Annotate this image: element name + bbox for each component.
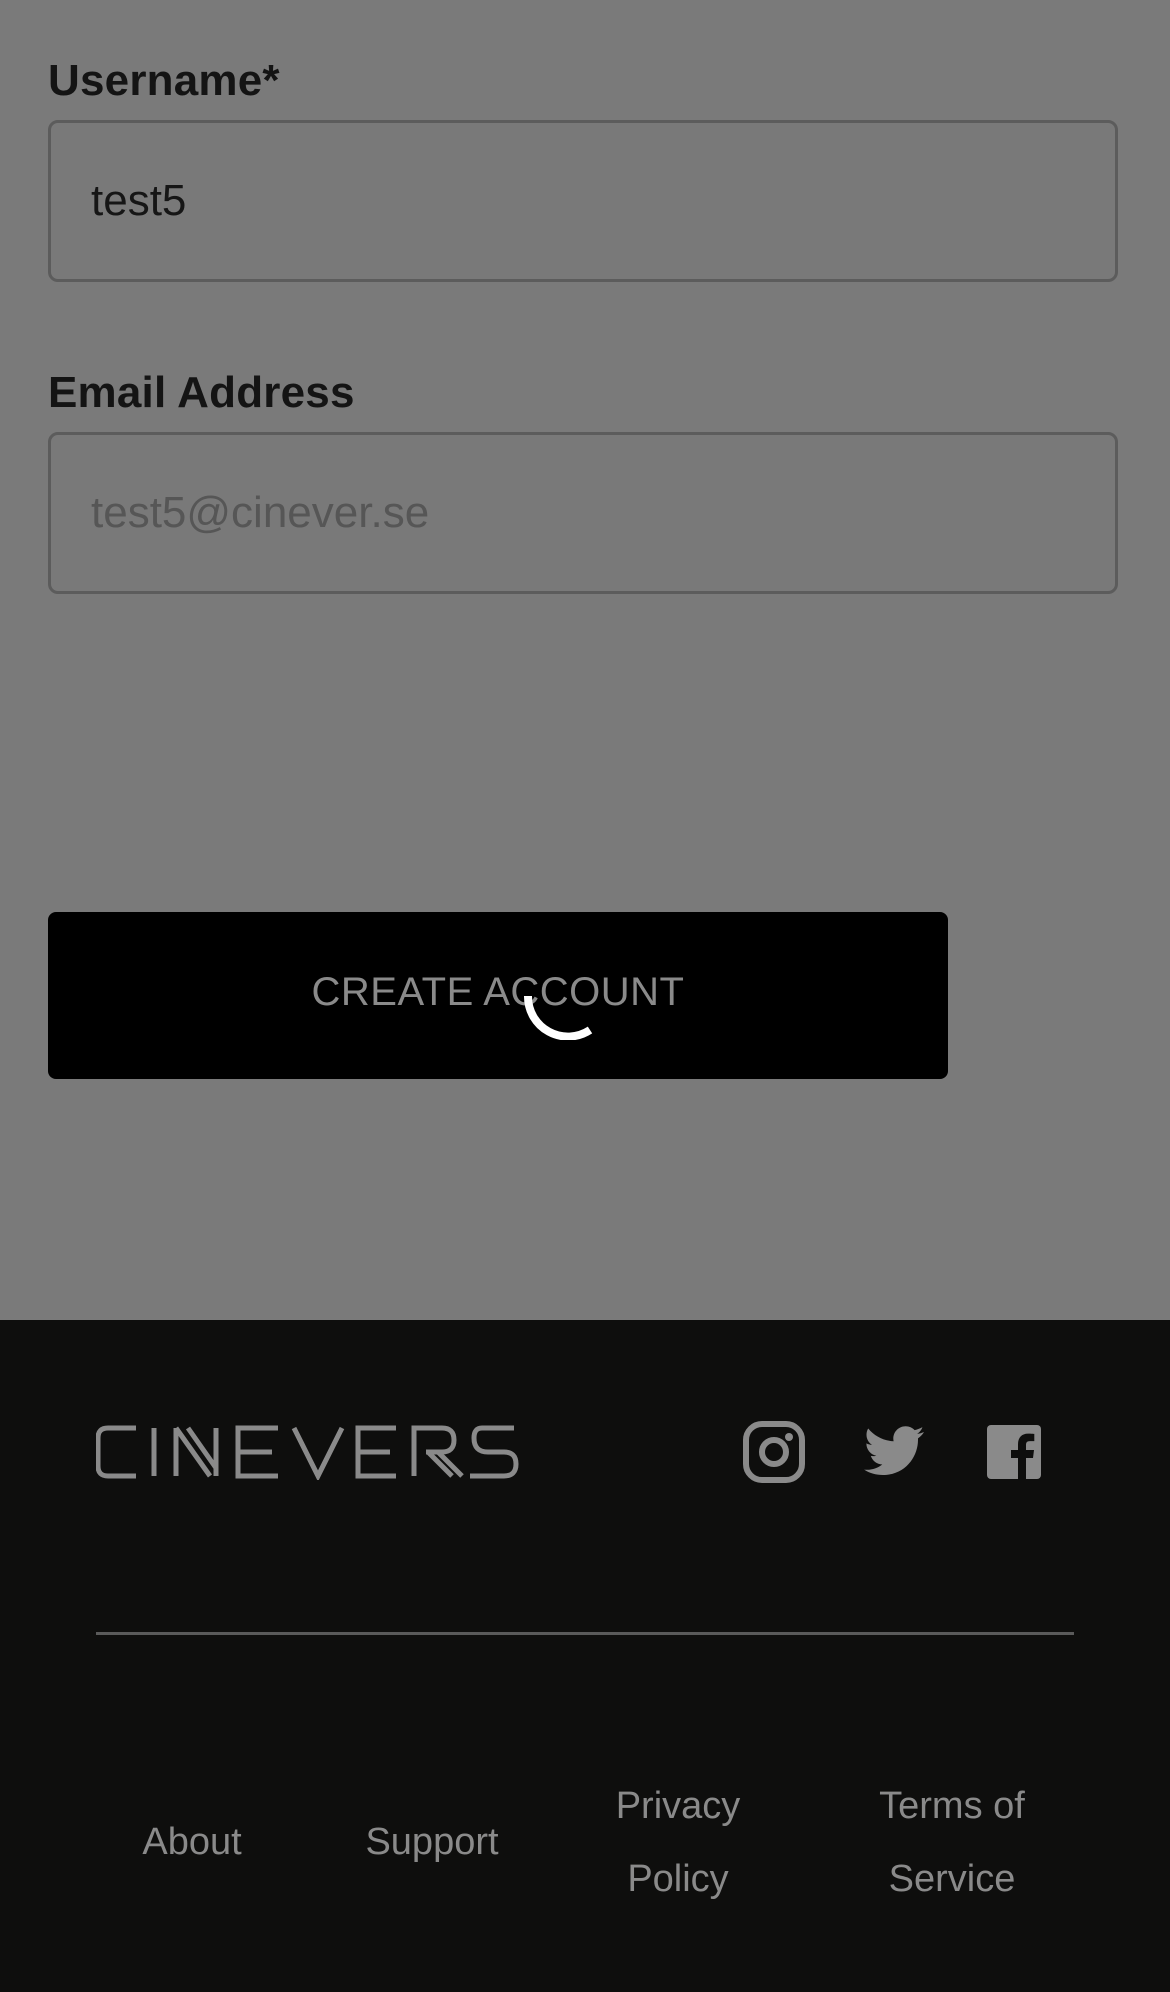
instagram-icon[interactable] [742, 1420, 806, 1484]
email-input[interactable]: test5@cinever.se [48, 432, 1118, 594]
create-account-label: CREATE ACCOUNT [311, 970, 685, 1014]
footer-link-privacy-line2: Policy [627, 1858, 729, 1900]
username-input[interactable]: test5 [48, 120, 1118, 282]
signup-form: Username* test5 Email Address test5@cine… [0, 0, 1170, 1320]
cineverse-logo[interactable] [96, 1424, 526, 1480]
email-placeholder: test5@cinever.se [91, 488, 430, 537]
email-label: Email Address [48, 368, 355, 417]
footer-link-terms-of-service[interactable]: Terms of Service [846, 1770, 1058, 1916]
facebook-icon[interactable] [982, 1420, 1046, 1484]
footer-link-terms-line1: Terms of [879, 1785, 1025, 1827]
footer-link-support[interactable]: Support [342, 1806, 522, 1879]
username-value: test5 [91, 176, 187, 225]
footer-link-terms-line2: Service [888, 1858, 1016, 1900]
twitter-icon[interactable] [862, 1420, 926, 1484]
footer: About Support Privacy Policy Terms of Se… [0, 1320, 1170, 1992]
loading-spinner-icon [523, 995, 593, 1040]
create-account-button[interactable]: CREATE ACCOUNT [48, 912, 948, 1079]
footer-divider [96, 1632, 1074, 1635]
username-label: Username* [48, 56, 280, 105]
footer-link-about[interactable]: About [110, 1806, 274, 1879]
footer-link-privacy-policy[interactable]: Privacy Policy [588, 1770, 768, 1916]
footer-link-privacy-line1: Privacy [615, 1785, 741, 1827]
